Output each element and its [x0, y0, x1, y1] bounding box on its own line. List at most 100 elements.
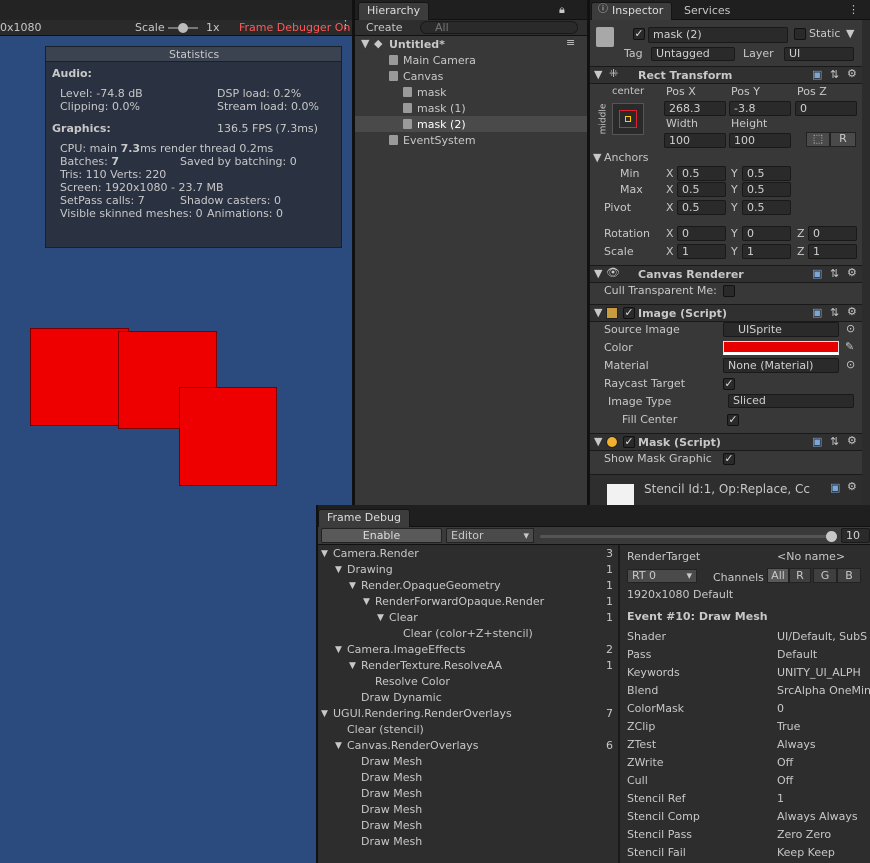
tab-frame-debug[interactable]: Frame Debug — [318, 509, 410, 527]
blueprint-mode-button[interactable]: ⬚ — [806, 132, 830, 147]
help-icon[interactable]: ▣ — [812, 68, 822, 82]
tree-expand-icon[interactable]: ▼ — [335, 739, 342, 753]
tag-dropdown[interactable]: Untagged — [651, 47, 735, 61]
event-tree-item[interactable]: RenderTexture.ResolveAA — [361, 659, 502, 673]
gear-icon[interactable]: ⚙ — [847, 266, 857, 280]
preset-icon[interactable]: ⇅ — [830, 267, 839, 281]
rect-expand-icon[interactable]: ▼ — [594, 68, 602, 82]
scale-y-field[interactable]: 1 — [742, 244, 791, 259]
hierarchy-item-mask[interactable]: mask — [417, 86, 447, 100]
hierarchy-item-canvas[interactable]: Canvas — [403, 70, 443, 84]
tab-hierarchy[interactable]: Hierarchy — [358, 2, 430, 20]
hierarchy-item-mask-2[interactable]: mask (2) — [417, 118, 466, 132]
channel-all-button[interactable]: All — [767, 568, 789, 583]
anchor-presets-button[interactable] — [612, 103, 644, 135]
tree-expand-icon[interactable]: ▼ — [363, 595, 370, 609]
hierarchy-item-mask-1[interactable]: mask (1) — [417, 102, 466, 116]
event-tree-item[interactable]: Clear (stencil) — [347, 723, 424, 737]
posz-field[interactable]: 0 — [795, 101, 857, 116]
min-y-field[interactable]: 0.5 — [742, 166, 791, 181]
max-x-field[interactable]: 0.5 — [677, 182, 726, 197]
gear-icon[interactable]: ⚙ — [847, 305, 857, 319]
source-image-field[interactable]: UISprite — [723, 322, 839, 337]
mask-expand-icon[interactable]: ▼ — [594, 435, 602, 449]
event-tree-item[interactable]: Camera.Render — [333, 547, 419, 561]
help-icon[interactable]: ▣ — [812, 306, 822, 320]
scale-z-field[interactable]: 1 — [808, 244, 857, 259]
help-icon[interactable]: ▣ — [812, 435, 822, 449]
tree-expand-icon[interactable]: ▼ — [321, 707, 328, 721]
active-checkbox[interactable]: ✓ — [633, 28, 645, 40]
gear-icon[interactable]: ⚙ — [847, 67, 857, 81]
channel-r-button[interactable]: R — [789, 568, 811, 583]
min-x-field[interactable]: 0.5 — [677, 166, 726, 181]
anchors-expand-icon[interactable]: ▼ — [593, 151, 601, 165]
pivot-y-field[interactable]: 0.5 — [742, 200, 791, 215]
preset-icon[interactable]: ⇅ — [830, 435, 839, 449]
preset-icon[interactable]: ⇅ — [830, 68, 839, 82]
tree-expand-icon[interactable]: ▼ — [335, 563, 342, 577]
resolution-dropdown[interactable]: 0x1080 — [0, 21, 42, 35]
posy-field[interactable]: -3.8 — [729, 101, 791, 116]
event-tree-item[interactable]: RenderForwardOpaque.Render — [375, 595, 544, 609]
help-icon[interactable]: ▣ — [812, 267, 822, 281]
tree-expand-icon[interactable]: ▼ — [335, 643, 342, 657]
tree-expand-icon[interactable]: ▼ — [349, 579, 356, 593]
event-tree-item[interactable]: Clear (color+Z+stencil) — [403, 627, 533, 641]
hierarchy-lock-icon[interactable]: 🔒︎ — [559, 3, 565, 17]
rt0-dropdown[interactable]: RT 0 ▾ — [627, 569, 697, 583]
scene-menu-icon[interactable]: ≡ — [566, 36, 575, 50]
event-tree-item[interactable]: Resolve Color — [375, 675, 450, 689]
event-tree-item[interactable]: Clear — [389, 611, 418, 625]
raycast-target-checkbox[interactable]: ✓ — [723, 378, 735, 390]
event-slider[interactable] — [540, 535, 834, 538]
max-y-field[interactable]: 0.5 — [742, 182, 791, 197]
tree-expand-icon[interactable]: ▼ — [377, 611, 384, 625]
static-checkbox[interactable] — [794, 28, 806, 40]
color-swatch[interactable] — [723, 341, 839, 355]
scale-slider-thumb[interactable] — [178, 23, 188, 33]
event-tree-item[interactable]: Draw Mesh — [361, 771, 422, 785]
scale-x-field[interactable]: 1 — [677, 244, 726, 259]
tree-expand-icon[interactable]: ▼ — [321, 547, 328, 561]
posx-field[interactable]: 268.3 — [664, 101, 726, 116]
help-icon[interactable]: ▣ — [830, 481, 840, 495]
mask-enabled-checkbox[interactable]: ✓ — [623, 436, 635, 448]
tree-expand-icon[interactable]: ▼ — [349, 659, 356, 673]
rot-z-field[interactable]: 0 — [808, 226, 857, 241]
editor-target-dropdown[interactable]: Editor ▾ — [446, 528, 534, 543]
game-menu-icon[interactable]: ⋮ — [340, 18, 351, 32]
event-tree-item[interactable]: Draw Mesh — [361, 787, 422, 801]
event-tree-item[interactable]: Camera.ImageEffects — [347, 643, 466, 657]
preset-icon[interactable]: ⇅ — [830, 306, 839, 320]
scene-name[interactable]: Untitled* — [389, 38, 445, 52]
event-tree-item[interactable]: Draw Mesh — [361, 835, 422, 849]
event-tree-item[interactable]: UGUI.Rendering.RenderOverlays — [333, 707, 512, 721]
event-tree-item[interactable]: Draw Mesh — [361, 819, 422, 833]
gear-icon[interactable]: ⚙ — [847, 480, 857, 494]
event-slider-thumb[interactable] — [826, 531, 837, 542]
layer-dropdown[interactable]: UI — [784, 47, 854, 61]
fill-center-checkbox[interactable]: ✓ — [727, 414, 739, 426]
static-dropdown-icon[interactable]: ▼ — [846, 27, 854, 41]
material-field[interactable]: None (Material) — [723, 358, 839, 373]
image-expand-icon[interactable]: ▼ — [594, 306, 602, 320]
cull-transparent-checkbox[interactable] — [723, 285, 735, 297]
tab-services[interactable]: Services — [684, 4, 730, 18]
hierarchy-search-input[interactable]: All — [420, 21, 578, 34]
create-dropdown[interactable]: Create — [366, 21, 403, 35]
width-field[interactable]: 100 — [664, 133, 726, 148]
image-enabled-checkbox[interactable]: ✓ — [623, 307, 635, 319]
image-type-dropdown[interactable]: Sliced — [728, 394, 854, 408]
rot-x-field[interactable]: 0 — [677, 226, 726, 241]
gear-icon[interactable]: ⚙ — [847, 434, 857, 448]
channel-g-button[interactable]: G — [813, 568, 837, 583]
object-picker-icon[interactable]: ⊙ — [846, 358, 855, 372]
event-tree-item[interactable]: Draw Mesh — [361, 803, 422, 817]
event-tree-item[interactable]: Drawing — [347, 563, 393, 577]
enable-button[interactable]: Enable — [321, 528, 442, 543]
event-tree-item[interactable]: Render.OpaqueGeometry — [361, 579, 501, 593]
object-name-field[interactable]: mask (2) — [648, 27, 788, 43]
raw-edit-button[interactable]: R — [830, 132, 856, 147]
pivot-x-field[interactable]: 0.5 — [677, 200, 726, 215]
